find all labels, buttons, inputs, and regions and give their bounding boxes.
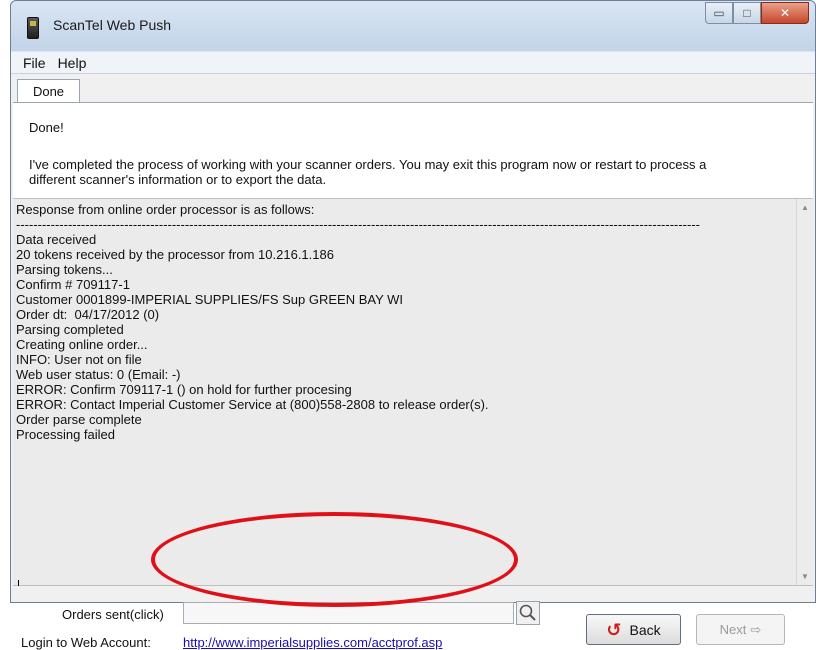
- log-line: Parsing tokens...: [16, 262, 113, 277]
- log-line: ERROR: Contact Imperial Customer Service…: [16, 397, 489, 412]
- log-line: Order parse complete: [16, 412, 142, 427]
- log-line: Web user status: 0 (Email: -): [16, 367, 181, 382]
- title-bar[interactable]: ScanTel Web Push ▭ □ ✕: [11, 1, 815, 51]
- log-line: ----------------------------------------…: [16, 217, 700, 232]
- close-button[interactable]: ✕: [761, 2, 809, 24]
- magnifier-icon: [519, 604, 536, 621]
- tab-panel: Done! I've completed the process of work…: [13, 102, 813, 650]
- log-line: 20 tokens received by the processor from…: [16, 247, 334, 262]
- next-arrow-icon: ⇨: [750, 621, 762, 637]
- login-label: Login to Web Account:: [21, 635, 151, 650]
- back-button[interactable]: ↺ Back: [586, 614, 681, 645]
- log-line: Parsing completed: [16, 322, 124, 337]
- log-line: Data received: [16, 232, 97, 247]
- log-line: Confirm # 709117-1: [16, 277, 130, 292]
- next-button[interactable]: Next ⇨: [696, 614, 785, 645]
- web-account-link[interactable]: http://www.imperialsupplies.com/acctprof…: [183, 635, 442, 650]
- log-line: Processing failed: [16, 427, 115, 442]
- log-line: INFO: User not on file: [16, 352, 142, 367]
- orders-sent-field[interactable]: [183, 602, 514, 624]
- bottom-bar: Orders sent(click) ↺ Back Next ⇨ Login t…: [13, 586, 813, 650]
- app-window: ScanTel Web Push ▭ □ ✕ File Help Done Do…: [10, 0, 816, 650]
- intro-text: I've completed the process of working wi…: [29, 157, 707, 187]
- scanner-app-icon: [27, 17, 39, 39]
- search-orders-button[interactable]: [516, 601, 540, 625]
- minimize-button[interactable]: ▭: [705, 2, 733, 24]
- response-log[interactable]: Response from online order processor is …: [13, 198, 813, 595]
- scroll-up-arrow-icon[interactable]: ▲: [797, 199, 813, 216]
- minimize-icon: ▭: [713, 6, 725, 20]
- close-icon: ✕: [779, 6, 791, 20]
- window-controls: ▭ □ ✕: [705, 2, 809, 24]
- log-line: Creating online order...: [16, 337, 148, 352]
- menu-file[interactable]: File: [17, 55, 52, 71]
- back-button-label: Back: [629, 621, 661, 638]
- log-line: Order dt: 04/17/2012 (0): [16, 307, 160, 322]
- log-line: Response from online order processor is …: [16, 202, 315, 217]
- log-text: Response from online order processor is …: [16, 202, 796, 442]
- tab-done[interactable]: Done: [17, 79, 80, 103]
- status-heading: Done!: [29, 120, 64, 135]
- window-title: ScanTel Web Push: [53, 17, 172, 33]
- menu-bar: File Help: [11, 52, 815, 74]
- orders-sent-label: Orders sent(click): [62, 607, 164, 622]
- maximize-icon: □: [743, 6, 751, 20]
- log-scrollbar[interactable]: ▲ ▼: [796, 199, 813, 585]
- menu-help[interactable]: Help: [52, 55, 93, 71]
- back-arrow-icon: ↺: [606, 619, 622, 640]
- log-line: Customer 0001899-IMPERIAL SUPPLIES/FS Su…: [16, 292, 404, 307]
- scroll-down-arrow-icon[interactable]: ▼: [797, 568, 813, 585]
- maximize-button[interactable]: □: [733, 2, 761, 24]
- log-line: ERROR: Confirm 709117-1 () on hold for f…: [16, 382, 352, 397]
- client-area: Done Done! I've completed the process of…: [11, 74, 815, 650]
- next-button-label: Next: [719, 622, 747, 637]
